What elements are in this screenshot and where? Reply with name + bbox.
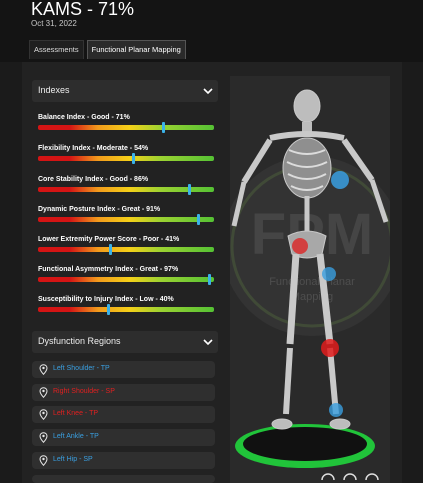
location-pin-icon <box>39 432 48 443</box>
region-item[interactable]: Left Shoulder - TP <box>32 361 215 378</box>
indexes-panel-header[interactable]: Indexes <box>32 80 218 102</box>
index-bar <box>38 122 214 133</box>
left-foot <box>329 418 351 430</box>
assessment-date: Oct 31, 2022 <box>31 19 77 28</box>
index-marker <box>207 274 211 285</box>
index-marker <box>197 214 201 225</box>
region-label: Left Knee - TP <box>53 410 99 417</box>
index-bar <box>38 153 214 164</box>
index-marker <box>188 184 192 195</box>
hotspot-right-hip[interactable] <box>292 238 308 254</box>
index-label: Functional Asymmetry Index - Great - 97% <box>38 266 179 273</box>
dysfunction-panel-header[interactable]: Dysfunction Regions <box>32 331 218 353</box>
index-marker <box>109 244 113 255</box>
neck <box>302 122 312 132</box>
location-pin-icon <box>39 409 48 420</box>
dysfunction-panel-title: Dysfunction Regions <box>38 336 121 346</box>
index-marker <box>107 304 111 315</box>
index-label: Susceptibility to Injury Index - Low - 4… <box>38 296 174 303</box>
region-label: Left Shoulder - TP <box>53 365 110 372</box>
region-item[interactable]: Left Hip - SP <box>32 452 215 469</box>
hotspot-left-ankle[interactable] <box>329 403 343 417</box>
index-bar <box>38 274 214 285</box>
right-foot <box>271 418 293 430</box>
rotate-right-icon[interactable] <box>365 473 379 481</box>
hotspot-left-knee[interactable] <box>321 339 339 357</box>
skeleton-3d-viewer[interactable]: FPM Functional Planar Mapping <box>230 76 390 483</box>
tab-bar: Assessments Functional Planar Mapping <box>29 40 186 59</box>
hotspot-left-hip[interactable] <box>322 267 336 281</box>
region-item[interactable]: Right Shoulder - SP <box>32 384 215 401</box>
clavicles <box>269 131 345 141</box>
region-label: Right Shoulder - SP <box>53 388 115 395</box>
skeleton-scene: FPM Functional Planar Mapping <box>230 89 390 481</box>
skull <box>293 89 321 123</box>
index-marker <box>132 153 136 164</box>
hotspot-left-shoulder[interactable] <box>331 171 349 189</box>
index-label: Core Stability Index - Good - 86% <box>38 176 149 183</box>
page-title: KAMS - 71% <box>31 0 135 19</box>
index-bar <box>38 184 214 195</box>
rotate-icon[interactable] <box>343 473 357 481</box>
platform-top <box>243 427 367 461</box>
index-label: Lower Extremity Power Score - Poor - 41% <box>38 236 180 243</box>
index-bar <box>38 304 214 315</box>
index-label: Balance Index - Good - 71% <box>38 114 130 121</box>
index-bar <box>38 244 214 255</box>
chevron-down-icon[interactable] <box>202 85 214 97</box>
index-label: Flexibility Index - Moderate - 54% <box>38 145 149 152</box>
rotate-left-icon[interactable] <box>321 473 335 481</box>
index-bar <box>38 214 214 225</box>
region-item[interactable]: Left Ankle - TP <box>32 429 215 446</box>
region-item[interactable]: Left Knee - TP <box>32 406 215 423</box>
chevron-down-icon[interactable] <box>202 336 214 348</box>
location-pin-icon <box>39 455 48 466</box>
indexes-panel-title: Indexes <box>38 85 70 95</box>
tab-assessments[interactable]: Assessments <box>29 40 84 59</box>
watermark-subtitle-1: Functional Planar <box>269 276 355 288</box>
location-pin-icon <box>39 364 48 375</box>
app-header: KAMS - 71% Oct 31, 2022 Assessments Func… <box>0 0 423 62</box>
region-item-partial[interactable] <box>32 475 215 483</box>
tab-functional-planar-mapping[interactable]: Functional Planar Mapping <box>86 40 186 59</box>
index-label: Dynamic Posture Index - Great - 91% <box>38 206 161 213</box>
index-marker <box>161 122 165 133</box>
right-tibia <box>283 347 293 415</box>
location-pin-icon <box>39 387 48 398</box>
region-label: Left Ankle - TP <box>53 433 99 440</box>
region-label: Left Hip - SP <box>53 456 93 463</box>
